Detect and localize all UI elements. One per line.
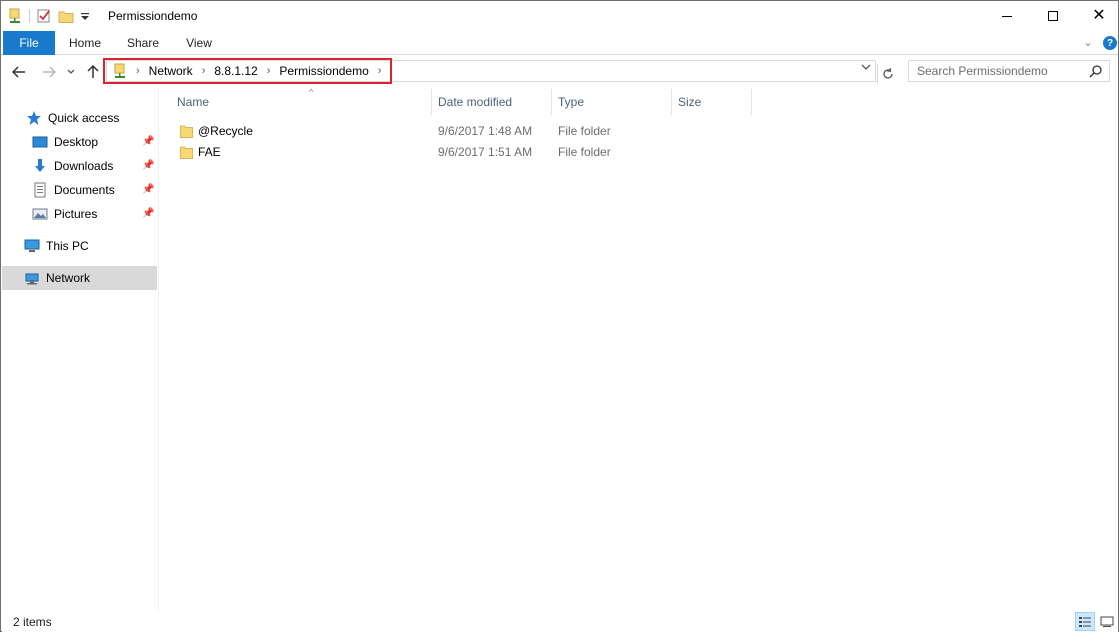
address-highlight-annotation: [103, 58, 392, 84]
forward-arrow-icon: [43, 66, 56, 78]
status-bar: 2 items: [2, 611, 1118, 632]
pin-icon: 📌: [142, 160, 155, 171]
pin-icon: 📌: [142, 136, 155, 147]
details-view-button[interactable]: [1075, 612, 1095, 631]
pin-icon: 📌: [142, 208, 155, 219]
tab-view[interactable]: View: [173, 31, 225, 55]
sidebar-item-label: Pictures: [54, 207, 98, 221]
sidebar-item-label: Documents: [54, 183, 115, 197]
navigation-pane: Quick access Desktop 📌 Downloads 📌 Docum…: [2, 89, 159, 611]
toolbar-separator: [29, 9, 30, 23]
close-icon: ✕: [1092, 7, 1106, 24]
sidebar-item-this-pc[interactable]: This PC: [2, 235, 157, 257]
file-type: File folder: [558, 145, 611, 159]
minimize-icon: [1002, 15, 1012, 17]
up-arrow-icon: [87, 65, 99, 78]
file-date: 9/6/2017 1:51 AM: [438, 145, 533, 159]
column-header-size[interactable]: Size: [672, 89, 752, 115]
network-drive-icon[interactable]: [7, 8, 23, 24]
refresh-icon: [882, 68, 893, 79]
sidebar-item-documents[interactable]: Documents 📌: [2, 179, 157, 201]
sidebar-item-quick-access[interactable]: Quick access: [2, 107, 157, 129]
sidebar-item-label: Network: [46, 271, 91, 285]
network-icon: [24, 270, 40, 286]
desktop-icon: [32, 134, 48, 150]
expand-ribbon-icon[interactable]: ⌄: [1083, 35, 1093, 49]
chevron-down-icon: [67, 69, 75, 74]
file-list: Name ^ Date modified Type Size @Recycle …: [159, 87, 1117, 611]
table-row[interactable]: @Recycle 9/6/2017 1:48 AM File folder: [175, 121, 775, 142]
column-label: Date modified: [438, 95, 513, 109]
new-folder-icon[interactable]: [58, 8, 74, 24]
pin-icon: 📌: [142, 184, 155, 195]
table-row[interactable]: FAE 9/6/2017 1:51 AM File folder: [175, 142, 775, 163]
up-button[interactable]: [83, 62, 103, 82]
large-icons-view-icon: [1100, 616, 1114, 627]
item-count: 2 items: [13, 615, 52, 629]
forward-button[interactable]: [39, 62, 59, 82]
ribbon-tabs: File Home Share View ⌄ ?: [1, 31, 1118, 55]
large-icons-view-button[interactable]: [1097, 612, 1117, 631]
column-label: Size: [678, 95, 702, 109]
sidebar-item-downloads[interactable]: Downloads 📌: [2, 155, 157, 177]
details-view-icon: [1079, 616, 1091, 627]
file-date: 9/6/2017 1:48 AM: [438, 124, 533, 138]
file-name: @Recycle: [198, 124, 253, 138]
back-arrow-icon: [12, 66, 25, 78]
tab-share[interactable]: Share: [117, 31, 169, 55]
sidebar-item-label: This PC: [46, 239, 89, 253]
folder-icon: [180, 125, 193, 138]
sidebar-item-network[interactable]: Network: [2, 266, 157, 290]
sort-ascending-icon: ^: [309, 87, 314, 97]
quick-access-toolbar: [7, 7, 96, 25]
search-input[interactable]: [909, 61, 1089, 81]
search-box[interactable]: [908, 60, 1110, 82]
file-name: FAE: [198, 145, 221, 159]
pictures-icon: [32, 206, 48, 222]
column-label: Name: [177, 95, 210, 109]
sidebar-item-desktop[interactable]: Desktop 📌: [2, 131, 157, 153]
documents-icon: [32, 182, 48, 198]
sidebar-item-label: Desktop: [54, 135, 99, 149]
column-header-name[interactable]: Name ^: [171, 87, 432, 115]
folder-icon: [180, 146, 193, 159]
maximize-icon: [1048, 11, 1058, 21]
column-label: Type: [558, 95, 585, 109]
recent-locations-button[interactable]: [65, 62, 77, 82]
search-icon[interactable]: [1089, 64, 1103, 78]
maximize-button[interactable]: [1030, 1, 1076, 31]
properties-icon[interactable]: [36, 8, 52, 24]
download-icon: [32, 158, 48, 174]
minimize-button[interactable]: [984, 1, 1030, 31]
column-header-type[interactable]: Type: [552, 89, 672, 115]
sidebar-item-label: Downloads: [54, 159, 114, 173]
address-history-dropdown[interactable]: [861, 63, 871, 74]
close-button[interactable]: ✕: [1076, 1, 1119, 31]
window-title: Permissiondemo: [108, 9, 198, 23]
tab-home[interactable]: Home: [59, 31, 111, 55]
tab-file[interactable]: File: [3, 31, 55, 55]
star-icon: [26, 110, 42, 126]
computer-icon: [24, 238, 40, 254]
back-button[interactable]: [9, 62, 29, 82]
title-bar: Permissiondemo ✕: [1, 1, 1118, 31]
customize-toolbar-icon[interactable]: [80, 8, 90, 24]
refresh-button[interactable]: [877, 64, 897, 84]
column-header-date[interactable]: Date modified: [432, 89, 552, 115]
chevron-down-icon: [861, 64, 871, 70]
file-type: File folder: [558, 124, 611, 138]
navigation-bar: › Network › 8.8.1.12 › Permissiondemo ›: [1, 56, 1118, 88]
help-icon[interactable]: ?: [1103, 36, 1117, 50]
sidebar-item-label: Quick access: [48, 111, 120, 125]
explorer-window: Permissiondemo ✕ File Home Share View ⌄ …: [0, 0, 1119, 632]
sidebar-item-pictures[interactable]: Pictures 📌: [2, 203, 157, 225]
